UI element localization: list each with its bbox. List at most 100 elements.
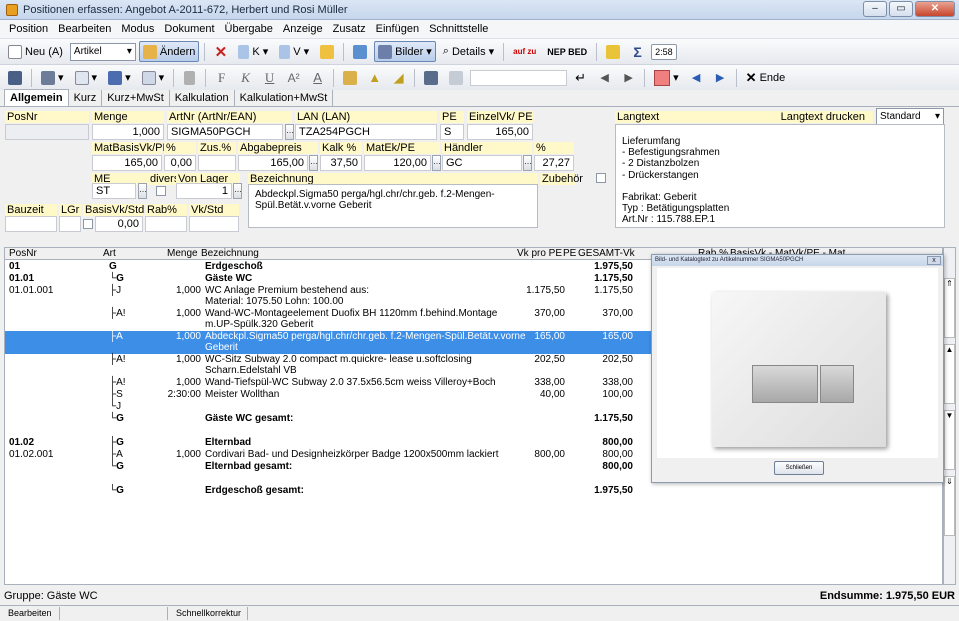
v-button[interactable]: V ▾ — [275, 41, 313, 62]
home-button[interactable] — [349, 41, 371, 62]
menu-position[interactable]: Position — [4, 23, 53, 35]
rab-field[interactable] — [145, 216, 187, 232]
zus-field[interactable] — [198, 155, 236, 171]
label-kalk: Kalk % — [320, 142, 362, 154]
haendler-lookup-button[interactable]: … — [523, 155, 532, 171]
next-button[interactable]: ▶ — [618, 67, 639, 88]
close-button[interactable]: ✕ — [915, 1, 955, 17]
enter-button[interactable]: ↵ — [570, 67, 591, 88]
scroll-top-button[interactable]: ⇑ — [944, 278, 955, 338]
vonlager-lookup-button[interactable]: … — [233, 183, 242, 199]
tools-button[interactable] — [420, 67, 442, 88]
posnr-field[interactable] — [5, 124, 89, 140]
font-color-button[interactable]: A — [307, 67, 328, 88]
ruler-button[interactable]: ◢ — [388, 67, 409, 88]
abgabepreis-lookup-button[interactable]: … — [309, 155, 318, 171]
underline-button[interactable]: U — [259, 67, 280, 88]
tab-allgemein[interactable]: Allgemein — [4, 89, 69, 106]
row-art: └G — [109, 461, 124, 472]
menu-zusatz[interactable]: Zusatz — [328, 23, 371, 35]
k-button[interactable]: K ▾ — [234, 41, 272, 62]
basisvkstd-field[interactable]: 0,00 — [95, 216, 143, 232]
einzelvk-field[interactable]: 165,00 — [467, 124, 533, 140]
haendler-field[interactable]: GC — [442, 155, 522, 171]
menu-modus[interactable]: Modus — [116, 23, 159, 35]
langtext-textarea[interactable]: Lieferumfang - Befestigungsrahmen - 2 Di… — [615, 124, 945, 228]
artnr-lookup-button[interactable]: … — [285, 124, 294, 140]
prev-button[interactable]: ◀ — [594, 67, 615, 88]
eraser-button[interactable] — [179, 67, 200, 88]
auf-zu-button[interactable]: auf zu — [509, 41, 540, 62]
forward-button[interactable]: ▶ — [710, 67, 731, 88]
preview-button[interactable]: ▾ — [71, 67, 102, 88]
label-menge: Menge — [92, 111, 164, 123]
nep-bed-button[interactable]: NEP BED — [543, 41, 591, 62]
menu-bearbeiten[interactable]: Bearbeiten — [53, 23, 116, 35]
open-folder-button[interactable] — [316, 41, 338, 62]
artikel-combo[interactable]: Artikel ▾ — [69, 42, 136, 61]
price-button[interactable] — [602, 41, 624, 62]
menu-dokument[interactable]: Dokument — [159, 23, 219, 35]
popup-schliessen-button[interactable]: Schließen — [774, 461, 824, 475]
ende-button[interactable]: ✕ Ende — [742, 67, 790, 88]
kalk-field[interactable]: 37,50 — [320, 155, 362, 171]
maximize-button[interactable]: ▭ — [889, 1, 913, 17]
scroll-up-button[interactable]: ▲ — [944, 344, 955, 404]
scroll-bottom-button[interactable]: ⇓ — [944, 476, 955, 536]
lgr-field[interactable] — [59, 216, 81, 232]
popup-close-button[interactable]: x — [927, 256, 941, 265]
pe-field[interactable]: S — [440, 124, 464, 140]
search-input[interactable] — [470, 69, 568, 86]
back-button[interactable]: ◀ — [686, 67, 707, 88]
italic-button[interactable]: K — [235, 67, 256, 88]
pct1-field[interactable]: 0,00 — [164, 155, 196, 171]
artnr-field[interactable]: SIGMA50PGCH — [167, 124, 283, 140]
calc-button[interactable] — [339, 67, 361, 88]
me-field[interactable]: ST — [92, 183, 136, 199]
bauzeit-field[interactable] — [5, 216, 57, 232]
pct2-field[interactable]: 27,27 — [534, 155, 574, 171]
color-button[interactable]: ▾ — [650, 67, 683, 88]
matek-field[interactable]: 120,00 — [364, 155, 431, 171]
vonlager-field[interactable]: 1 — [176, 183, 232, 199]
menu-schnittstelle[interactable]: Schnittstelle — [424, 23, 493, 35]
details-button[interactable]: ⌕ Details ▾ — [439, 41, 498, 62]
matek-lookup-button[interactable]: … — [432, 155, 441, 171]
table-row[interactable]: └G Erdgeschoß gesamt: 1.975,50 — [5, 485, 942, 497]
matbasis-field[interactable]: 165,00 — [92, 155, 162, 171]
divers-checkbox[interactable] — [156, 186, 166, 196]
print-button[interactable]: ▾ — [37, 67, 68, 88]
menu-anzeige[interactable]: Anzeige — [278, 23, 328, 35]
delete-button[interactable]: ✕ — [210, 41, 231, 62]
lan-field[interactable]: TZA254PGCH — [295, 124, 437, 140]
menge-field[interactable]: 1,000 — [92, 124, 164, 140]
sum-button[interactable]: Σ — [627, 41, 648, 62]
abgabepreis-field[interactable]: 165,00 — [238, 155, 308, 171]
tab-kurz[interactable]: Kurz — [69, 90, 103, 106]
menu-einfuegen[interactable]: Einfügen — [371, 23, 424, 35]
basisvk-checkbox[interactable] — [83, 219, 93, 229]
grid-scrollbar[interactable]: ⇑ ▲ ▼ ⇓ — [943, 247, 956, 585]
bilder-button[interactable]: Bilder ▾ — [374, 41, 436, 62]
scroll-down-button[interactable]: ▼ — [944, 410, 955, 470]
tab-kurz-mwst[interactable]: Kurz+MwSt — [102, 90, 170, 106]
screen-button[interactable]: ▾ — [104, 67, 135, 88]
menu-uebergabe[interactable]: Übergabe — [220, 23, 278, 35]
save-button[interactable] — [4, 67, 26, 88]
tab-kalkulation[interactable]: Kalkulation — [170, 90, 235, 106]
font-button[interactable]: F — [211, 67, 232, 88]
me-lookup-button[interactable]: … — [138, 183, 147, 199]
bezeichnung-textarea[interactable]: Abdeckpl.Sigma50 perga/hgl.chr/chr.geb. … — [248, 184, 538, 228]
zubehoer-checkbox[interactable] — [596, 173, 606, 183]
triangle-button[interactable]: ▲ — [364, 67, 385, 88]
find-button[interactable]: ▾ — [138, 67, 169, 88]
aendern-button[interactable]: Ändern — [138, 41, 200, 62]
langtext-mode-combo[interactable]: Standard ▾ — [876, 108, 944, 125]
row-bezeichnung: Abdeckpl.Sigma50 perga/hgl.chr/chr.geb. … — [205, 331, 526, 342]
minimize-button[interactable]: – — [863, 1, 887, 17]
vkstd-field[interactable] — [189, 216, 239, 232]
list-button[interactable] — [445, 67, 467, 88]
font-size-button[interactable]: A² — [283, 67, 304, 88]
neu-button[interactable]: Neu (A) — [4, 41, 67, 62]
tab-kalkulation-mwst[interactable]: Kalkulation+MwSt — [235, 90, 334, 106]
